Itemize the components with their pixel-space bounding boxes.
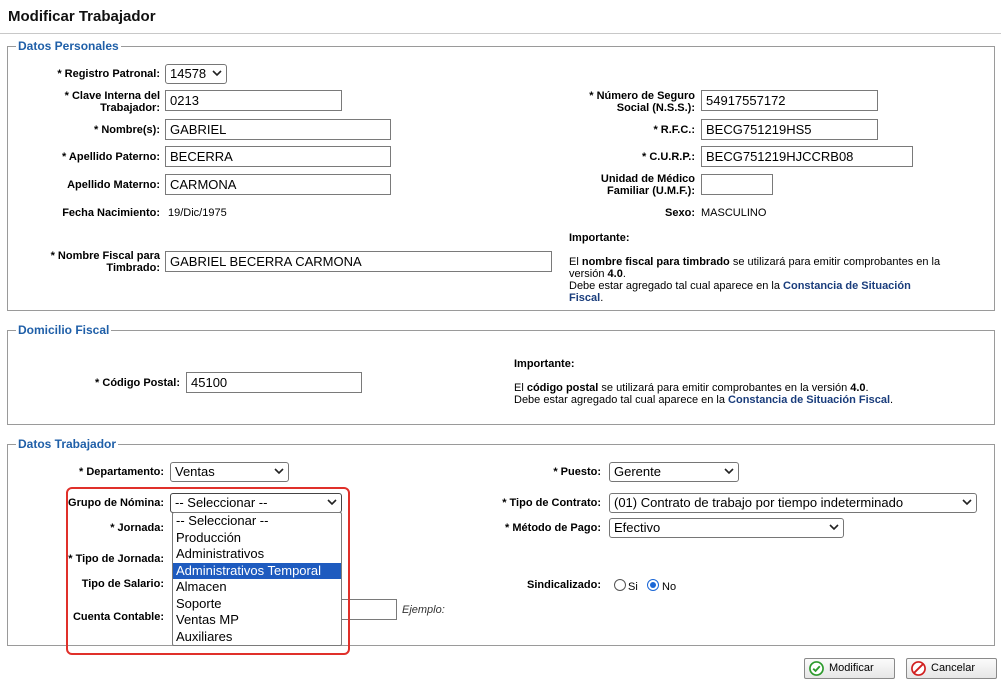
departamento-label: * Departamento:: [79, 466, 164, 478]
sexo-label: Sexo:: [665, 207, 695, 219]
umf-label: Unidad de Médico Familiar (U.M.F.):: [600, 173, 695, 197]
legend-datos-trabajador: Datos Trabajador: [16, 436, 119, 452]
nota-cp-linea-2: Debe estar agregado tal cual aparece en …: [514, 394, 894, 406]
annotation-highlight-box: [66, 487, 350, 655]
nota-cp-linea-1: El código postal se utilizará para emiti…: [514, 382, 869, 394]
chevron-down-icon: [829, 524, 839, 531]
sindicalizado-si-radio[interactable]: [614, 579, 626, 591]
tipo-contrato-label: * Tipo de Contrato:: [502, 497, 601, 509]
apellido-materno-label: Apellido Materno:: [67, 179, 160, 191]
apellido-materno-input[interactable]: CARMONA: [165, 174, 391, 195]
nss-label: * Número de Seguro Social (N.S.S.):: [589, 90, 695, 114]
check-circle-icon: [809, 661, 824, 676]
chevron-down-icon: [962, 499, 972, 506]
codigo-postal-input[interactable]: 45100: [186, 372, 362, 393]
nombre-fiscal-input[interactable]: GABRIEL BECERRA CARMONA: [165, 251, 552, 272]
registro-patronal-select[interactable]: 14578: [165, 64, 227, 84]
curp-label: * C.U.R.P.:: [642, 151, 695, 163]
chevron-down-icon: [724, 468, 734, 475]
nota-cp-heading: Importante:: [514, 358, 575, 370]
nota-linea-2: Debe estar agregado tal cual aparece en …: [569, 280, 911, 304]
sexo-value: MASCULINO: [701, 207, 767, 219]
apellido-paterno-input[interactable]: BECERRA: [165, 146, 391, 167]
codigo-postal-label: * Código Postal:: [95, 377, 180, 389]
nota-codigo-postal: Importante: El código postal se utilizar…: [508, 354, 978, 412]
sindicalizado-no-label: No: [662, 581, 677, 593]
departamento-select[interactable]: Ventas: [170, 462, 289, 482]
rfc-input[interactable]: BECG751219HS5: [701, 119, 878, 140]
constancia-cp-link[interactable]: Constancia de Situación Fiscal: [728, 394, 890, 406]
nombre-fiscal-label: * Nombre Fiscal para Timbrado:: [50, 250, 160, 274]
chevron-down-icon: [212, 70, 222, 77]
nombres-label: * Nombre(s):: [93, 124, 160, 136]
umf-input[interactable]: [701, 174, 773, 195]
clave-interna-input[interactable]: 0213: [165, 90, 342, 111]
curp-input[interactable]: BECG751219HJCCRB08: [701, 146, 913, 167]
apellido-paterno-label: * Apellido Paterno:: [62, 151, 160, 163]
metodo-pago-label: * Método de Pago:: [505, 522, 601, 534]
modificar-button[interactable]: Modificar: [804, 658, 895, 679]
sindicalizado-no-radio[interactable]: [647, 579, 659, 591]
cancel-circle-icon: [911, 661, 926, 676]
legend-datos-personales: Datos Personales: [16, 38, 121, 54]
legend-domicilio-fiscal: Domicilio Fiscal: [16, 322, 112, 338]
nss-input[interactable]: 54917557172: [701, 90, 878, 111]
chevron-down-icon: [274, 468, 284, 475]
fecha-nacimiento-label: Fecha Nacimiento:: [62, 207, 160, 219]
nota-heading: Importante:: [569, 232, 630, 244]
tipo-contrato-select[interactable]: (01) Contrato de trabajo por tiempo inde…: [609, 493, 977, 513]
nombres-input[interactable]: GABRIEL: [165, 119, 391, 140]
page-title: Modificar Trabajador: [8, 8, 156, 25]
fecha-nacimiento-value: 19/Dic/1975: [168, 207, 227, 219]
registro-patronal-label: * Registro Patronal:: [57, 68, 160, 80]
nota-linea-1: El nombre fiscal para timbrado se utiliz…: [569, 256, 941, 280]
clave-interna-label: * Clave Interna del Trabajador:: [64, 90, 160, 114]
metodo-pago-select[interactable]: Efectivo: [609, 518, 844, 538]
nota-nombre-fiscal: Importante: El nombre fiscal para timbra…: [563, 228, 953, 304]
puesto-label: * Puesto:: [553, 466, 601, 478]
cancelar-button[interactable]: Cancelar: [906, 658, 997, 679]
sindicalizado-label: Sindicalizado:: [527, 579, 601, 591]
rfc-label: * R.F.C.:: [653, 124, 695, 136]
puesto-select[interactable]: Gerente: [609, 462, 739, 482]
sindicalizado-si-label: Si: [628, 581, 638, 593]
cuenta-contable-hint: Ejemplo:: [402, 604, 445, 616]
title-divider: [0, 33, 1001, 34]
